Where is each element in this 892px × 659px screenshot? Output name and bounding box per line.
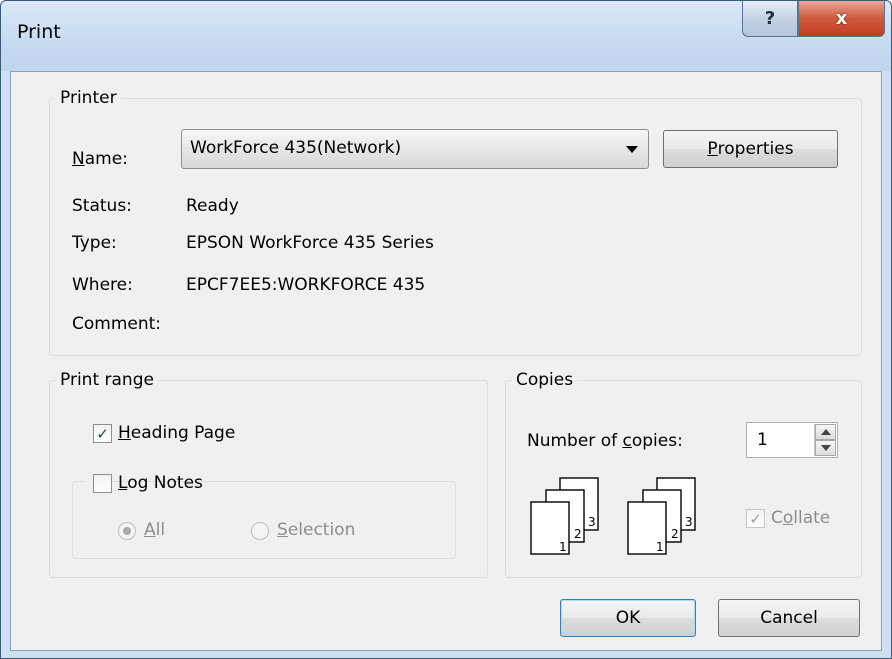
status-label: Status: <box>72 196 132 216</box>
where-label: Where: <box>72 275 133 295</box>
copies-mnemonic: c <box>622 431 632 451</box>
collate-mnemonic: o <box>782 508 794 528</box>
print-range-legend: Print range <box>60 370 154 390</box>
type-value: EPSON WorkForce 435 Series <box>186 233 434 253</box>
collate-label: Collate <box>771 508 830 528</box>
selection-radio[interactable] <box>251 522 269 540</box>
type-label: Type: <box>72 233 117 253</box>
collate-label-pre: C <box>771 508 783 528</box>
collate-label-post: llate <box>793 508 831 528</box>
stepper-buttons <box>814 424 836 456</box>
stepper-up-icon[interactable] <box>815 424 836 440</box>
cancel-button[interactable]: Cancel <box>718 599 860 637</box>
all-label-rest: ll <box>155 520 166 540</box>
all-radio[interactable] <box>118 522 136 540</box>
title-bar[interactable]: Print ? x <box>1 1 891 71</box>
collate-page-3-label-b: 3 <box>685 515 693 529</box>
comment-label: Comment: <box>72 314 162 334</box>
collate-checkbox[interactable]: ✓ <box>746 509 765 528</box>
log-notes-label[interactable]: Log Notes <box>118 473 203 493</box>
dialog-body: Printer Name: WorkForce 435(Network) Pro… <box>10 71 882 651</box>
heading-page-checkbox[interactable]: ✓ <box>93 424 112 443</box>
heading-page-label[interactable]: Heading Page <box>118 423 235 443</box>
selection-label: Selection <box>277 520 356 540</box>
help-button[interactable]: ? <box>742 1 798 37</box>
log-notes-label-rest: og Notes <box>127 473 203 493</box>
collate-page-1-label-a: 1 <box>559 540 567 554</box>
name-label-rest: ame: <box>84 149 128 169</box>
copies-value: 1 <box>757 430 768 450</box>
copies-label-pre: Number of <box>527 431 623 451</box>
number-of-copies-label: Number of copies: <box>527 431 683 451</box>
copies-stepper[interactable]: 1 <box>746 422 838 458</box>
properties-mnemonic: P <box>707 139 718 159</box>
print-dialog: Print ? x Printer Name: WorkForce 435(Ne… <box>0 0 892 659</box>
collate-page-2-label-a: 2 <box>574 527 582 541</box>
printer-group-legend: Printer <box>60 88 117 108</box>
printer-name-value: WorkForce 435(Network) <box>190 138 402 158</box>
where-value: EPCF7EE5:WORKFORCE 435 <box>186 275 426 295</box>
ok-button[interactable]: OK <box>560 599 696 637</box>
checkmark-icon: ✓ <box>749 509 762 528</box>
dialog-title: Print <box>17 21 61 43</box>
checkmark-icon: ✓ <box>96 424 109 443</box>
collate-icon: 3 2 1 3 2 1 <box>530 477 696 555</box>
all-label: All <box>144 520 166 540</box>
close-button[interactable]: x <box>798 1 885 37</box>
copies-label-post: opies: <box>631 431 683 451</box>
close-icon: x <box>835 8 848 29</box>
radio-dot-icon <box>123 527 131 535</box>
name-label: Name: <box>72 149 128 169</box>
status-value: Ready <box>186 196 239 216</box>
collate-page-3-label-a: 3 <box>588 515 596 529</box>
log-notes-checkbox[interactable] <box>93 474 112 493</box>
printer-name-select[interactable]: WorkForce 435(Network) <box>181 129 649 169</box>
help-icon: ? <box>764 8 776 29</box>
stepper-down-icon[interactable] <box>815 440 836 456</box>
heading-page-label-rest: eading Page <box>130 423 236 443</box>
selection-label-rest: election <box>287 520 356 540</box>
properties-button[interactable]: Properties <box>663 130 838 168</box>
properties-label-rest: roperties <box>717 139 794 159</box>
copies-legend: Copies <box>516 370 574 390</box>
chevron-down-icon <box>626 146 638 153</box>
collate-page-2-label-b: 2 <box>671 527 679 541</box>
collate-page-1-label-b: 1 <box>656 540 664 554</box>
